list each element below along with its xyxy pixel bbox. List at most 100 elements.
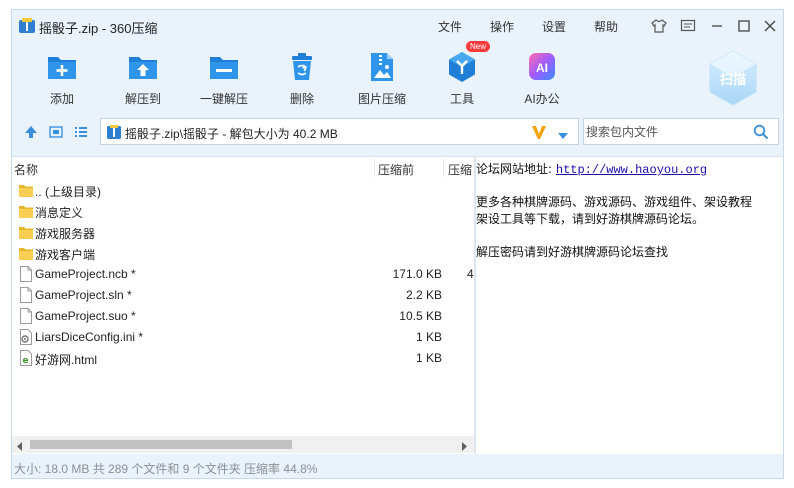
v-logo-icon[interactable] [531,123,547,141]
comment-site-label: 论坛网站地址: [476,162,553,176]
extract-to-icon [129,57,157,79]
search-icon[interactable] [753,124,769,140]
skin-icon[interactable] [651,18,667,34]
file-size: 1 KB [415,351,442,365]
file-name: GameProject.suo * [35,309,136,323]
comment-site-link[interactable]: http://www.haoyou.org [556,163,707,177]
folder-icon [19,203,33,219]
table-row[interactable]: e 好游网.html 1 KB [12,347,474,368]
zip-file-icon [107,125,121,139]
up-level-icon[interactable] [23,124,39,140]
table-row[interactable]: 游戏服务器 [12,221,474,242]
search-input[interactable] [586,122,746,141]
address-bar[interactable]: 摇骰子.zip\摇骰子 - 解包大小为 40.2 MB [100,118,579,145]
thumbnail-view-icon[interactable] [48,124,64,140]
file-name: 好游网.html [35,353,98,367]
image-compress-button[interactable]: 图片压缩 [351,50,413,108]
table-row[interactable]: 消息定义 [12,200,474,221]
file-name: 游戏客户端 [35,248,96,262]
column-header-compressed[interactable]: 压缩 [448,161,472,178]
ai-icon-text: AI [536,61,548,75]
table-row[interactable]: .. (上级目录) [12,179,474,200]
tools-label: 工具 [449,92,474,106]
maximize-icon[interactable] [736,18,752,34]
one-click-extract-icon [210,57,238,79]
column-header-original-size[interactable]: 压缩前 [378,161,414,178]
delete-label: 删除 [289,92,314,106]
comment-line-4: 解压密码请到好游棋牌源码论坛查找 [476,245,669,259]
image-compress-label: 图片压缩 [357,92,406,106]
horizontal-scrollbar[interactable] [12,436,474,453]
file-icon [19,287,33,303]
menu-file[interactable]: 文件 [438,18,462,35]
file-size: 2.2 KB [405,288,442,302]
column-separator[interactable] [374,159,375,177]
scrollbar-thumb[interactable] [30,440,292,449]
file-name: LiarsDiceConfig.ini * [35,330,144,344]
file-name: GameProject.sln * [35,288,132,302]
html-file-icon: e [19,350,33,366]
archive-app-icon [19,18,35,33]
add-button[interactable]: 添加 [31,50,93,108]
file-name: .. (上级目录) [35,185,101,199]
file-name: GameProject.ncb * [35,267,136,281]
one-click-extract-label: 一键解压 [199,92,248,106]
table-row[interactable]: GameProject.sln * 2.2 KB [12,284,474,305]
file-list-panel: 名称 压缩前 压缩 .. (上级目录) 消息定义 游戏服务器 游戏客户端 GamePro… [12,156,474,454]
menu-help[interactable]: 帮助 [594,18,618,35]
file-size: 1 KB [415,330,442,344]
tools-icon [449,52,475,82]
file-name: 游戏服务器 [35,227,96,241]
column-header-name[interactable]: 名称 [14,161,38,178]
folder-icon [19,224,33,240]
new-badge: New [466,41,491,52]
ai-office-label: AI办公 [524,92,560,106]
scan-button[interactable]: 扫描 [708,50,758,106]
window-title: 摇骰子.zip - 360压缩 [39,21,158,36]
menu-settings[interactable]: 设置 [542,18,566,35]
image-compress-icon [371,53,393,81]
comment-line-site: 论坛网站地址: http://www.haoyou.org [476,160,707,177]
table-row[interactable]: GameProject.ncb * 171.0 KB 4 [12,263,474,284]
extract-to-label: 解压到 [124,92,161,106]
file-size: 171.0 KB [392,267,442,281]
folder-icon [19,182,33,198]
one-click-extract-button[interactable]: 一键解压 [193,50,255,108]
table-row[interactable]: GameProject.suo * 10.5 KB [12,305,474,326]
add-label: 添加 [49,92,74,106]
ai-office-icon: AI [529,53,555,80]
feedback-icon[interactable] [680,18,696,34]
address-path: 摇骰子.zip\摇骰子 - 解包大小为 40.2 MB [125,127,338,141]
file-name: 消息定义 [35,206,84,220]
add-icon [48,57,76,79]
table-row[interactable]: 游戏客户端 [12,242,474,263]
svg-text:e: e [22,356,28,366]
column-separator[interactable] [443,159,444,177]
chevron-down-icon[interactable] [558,129,568,139]
delete-button[interactable]: 删除 [271,50,333,108]
extract-to-button[interactable]: 解压到 [112,50,174,108]
file-compressed-size: 4 [467,267,474,281]
search-box[interactable] [583,118,779,145]
minimize-icon[interactable] [709,18,725,34]
folder-icon [19,245,33,261]
close-icon[interactable] [762,18,778,34]
ai-office-button[interactable]: AI AI办公 [511,50,573,108]
scan-shield-icon: 扫描 [709,50,757,106]
comment-line-3: 架设工具等下载，请到好游棋牌源码论坛。 [476,212,705,226]
title-bar: 摇骰子.zip - 360压缩 文件 操作 设置 帮助 [12,10,783,42]
file-icon [19,308,33,324]
app-window: 摇骰子.zip - 360压缩 文件 操作 设置 帮助 添加 解压到 一键解压 [11,9,784,479]
scroll-right-icon[interactable] [460,440,468,451]
menu-operation[interactable]: 操作 [490,18,514,35]
list-view-icon[interactable] [73,124,89,140]
scan-label: 扫描 [720,72,746,88]
file-size: 10.5 KB [399,309,442,323]
tools-button[interactable]: New 工具 [431,41,493,108]
file-icon [19,266,33,282]
table-row[interactable]: LiarsDiceConfig.ini * 1 KB [12,326,474,347]
trash-icon [292,53,312,80]
scroll-left-icon[interactable] [16,440,24,451]
archive-comment-panel: 论坛网站地址: http://www.haoyou.org 更多各种棋牌源码、游… [476,156,783,454]
status-text: 大小: 18.0 MB 共 289 个文件和 9 个文件夹 压缩率 44.8% [14,462,318,476]
